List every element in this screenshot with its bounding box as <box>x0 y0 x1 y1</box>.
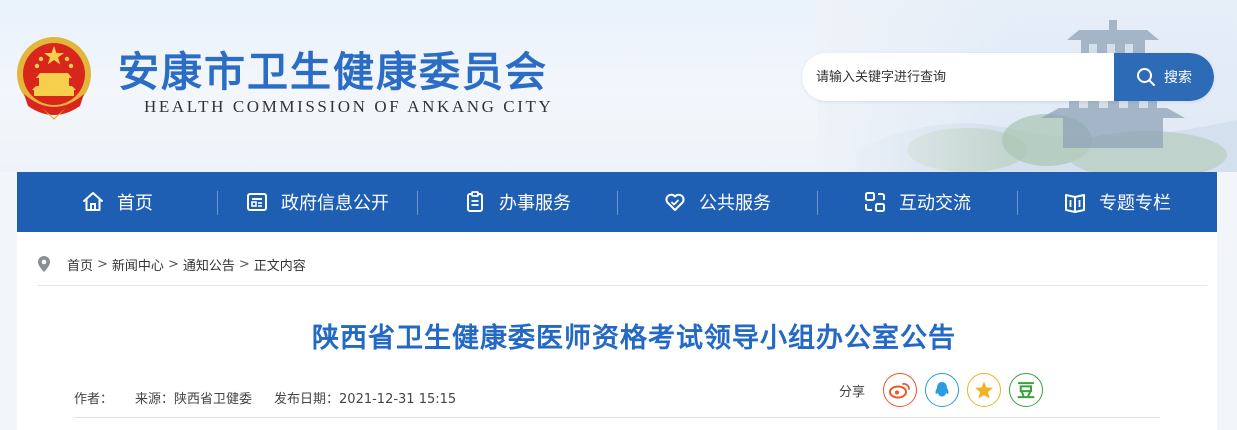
nav-item-label: 首页 <box>117 193 153 214</box>
nav-item-services[interactable]: 办事服务 <box>417 172 617 232</box>
clipboard-icon <box>467 191 483 212</box>
location-pin-icon <box>38 256 50 272</box>
breadcrumb-home[interactable]: 首页 <box>67 255 93 274</box>
douban-icon: 豆 <box>1017 381 1036 402</box>
breadcrumb-news-center[interactable]: 新闻中心 <box>112 255 164 274</box>
breadcrumb-separator: > <box>97 256 108 272</box>
share-qq-button[interactable] <box>925 373 960 407</box>
share-label: 分享 <box>839 384 866 400</box>
divider <box>74 417 1160 418</box>
document-icon <box>247 193 267 211</box>
breadcrumb: 首页 > 新闻中心 > 通知公告 > 正文内容 <box>37 254 306 274</box>
share-bar: 分享 豆 <box>839 373 1051 407</box>
nav-item-label: 政府信息公开 <box>281 193 389 214</box>
nav-item-public-services[interactable]: 公共服务 <box>617 172 817 232</box>
search-box: 搜索 <box>802 53 1214 101</box>
breadcrumb-separator: > <box>238 256 250 272</box>
nav-item-interaction[interactable]: 互动交流 <box>817 172 1017 232</box>
nav-item-gov-info[interactable]: 政府信息公开 <box>217 172 417 232</box>
search-icon <box>1137 68 1155 86</box>
qq-icon <box>935 382 949 397</box>
article-panel: 首页 > 新闻中心 > 通知公告 > 正文内容 陕西省卫生健康委医师资格考试领导… <box>17 232 1217 430</box>
nav-item-label: 专题专栏 <box>1099 193 1171 214</box>
search-button-label: 搜索 <box>1164 70 1192 86</box>
share-weibo-button[interactable] <box>883 373 918 407</box>
chat-icon <box>865 192 885 212</box>
site-title: 安康市卫生健康委员会 <box>118 48 548 96</box>
article-title: 陕西省卫生健康委医师资格考试领导小组办公室公告 <box>312 323 956 354</box>
breadcrumb-current: 正文内容 <box>253 258 306 274</box>
heart-icon <box>665 193 685 211</box>
article-meta: 作者： 来源：陕西省卫健委 发布日期：2021-12-31 15:15 <box>74 388 456 407</box>
nav-item-special-topics[interactable]: 专题专栏 <box>1017 172 1217 232</box>
breadcrumb-notices[interactable]: 通知公告 <box>183 255 235 274</box>
divider <box>37 285 1207 286</box>
nav-item-home[interactable]: 首页 <box>17 172 217 232</box>
nav-item-label: 办事服务 <box>499 193 571 214</box>
nav-item-label: 公共服务 <box>699 193 771 214</box>
book-icon <box>1065 194 1085 213</box>
home-icon <box>83 192 103 211</box>
article-date: 发布日期：2021-12-31 15:15 <box>274 392 457 407</box>
breadcrumb-separator: > <box>167 256 179 272</box>
search-input[interactable] <box>802 53 1114 101</box>
article-source: 来源：陕西省卫健委 <box>135 392 253 407</box>
search-button[interactable]: 搜索 <box>1114 53 1214 101</box>
nav-item-label: 互动交流 <box>899 193 971 214</box>
share-qzone-button[interactable] <box>967 373 1002 407</box>
site-header: 安康市卫生健康委员会 HEALTH COMMISSION OF ANKANG C… <box>0 0 1237 172</box>
share-douban-button[interactable]: 豆 <box>1009 373 1044 407</box>
article-author: 作者： <box>74 392 114 407</box>
main-nav: 首页 政府信息公开 办事服务 公共服务 互动交流 专题专栏 <box>17 172 1217 232</box>
star-icon <box>975 381 994 399</box>
national-emblem-logo <box>17 37 91 120</box>
site-subtitle: HEALTH COMMISSION OF ANKANG CITY <box>144 97 554 116</box>
weibo-icon <box>889 383 910 399</box>
